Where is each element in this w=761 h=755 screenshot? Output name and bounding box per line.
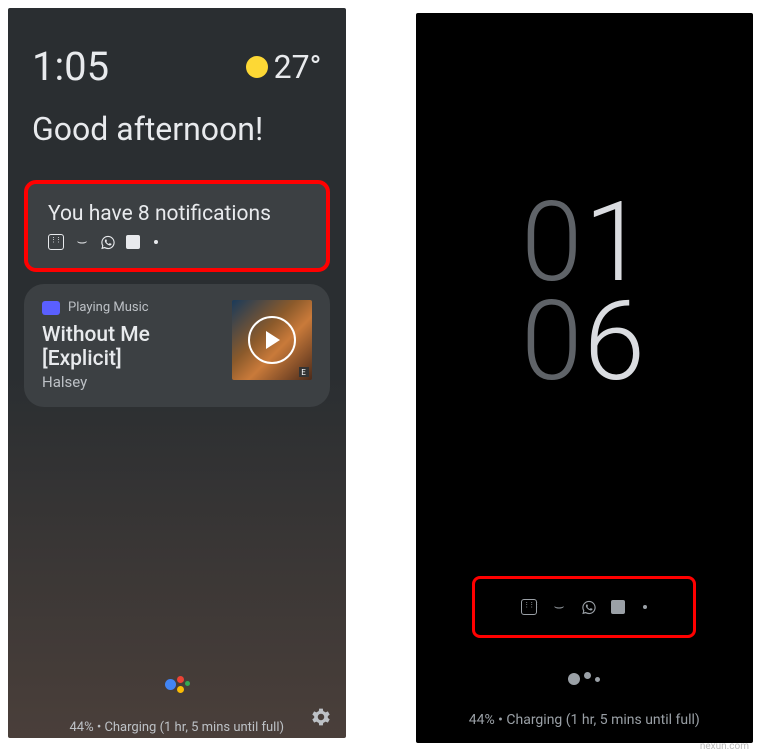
media-source-label: Playing Music — [68, 300, 149, 315]
watermark: nexun.com — [700, 741, 749, 752]
media-artist: Halsey — [42, 373, 232, 391]
greeting-text: Good afternoon! — [8, 100, 346, 168]
always-on-display: 0 1 0 6 ⌣ 44% • Charging (1 hr, 5 mins — [416, 13, 754, 743]
aod-notification-icons[interactable]: ⌣ — [472, 576, 696, 638]
lockscreen-left: 1:05 27° Good afternoon! You have 8 noti… — [8, 8, 346, 738]
calendar-icon — [521, 599, 537, 615]
aod-clock: 0 1 0 6 — [416, 13, 754, 391]
charging-status: 44% • Charging (1 hr, 5 mins until full) — [416, 712, 754, 728]
temperature: 27° — [274, 48, 322, 86]
more-dot-icon — [643, 605, 647, 609]
calendar-icon — [48, 234, 64, 250]
amazon-icon: ⌣ — [550, 599, 569, 615]
weather-widget[interactable]: 27° — [246, 48, 322, 86]
sun-icon — [246, 56, 268, 78]
app-icon — [126, 235, 140, 249]
amazon-icon: ⌣ — [72, 234, 91, 250]
minute-tens: 0 — [521, 292, 584, 391]
notifications-card[interactable]: You have 8 notifications ⌣ — [24, 180, 330, 272]
whatsapp-icon — [100, 234, 116, 250]
play-button[interactable] — [248, 316, 296, 364]
more-dot-icon — [154, 240, 158, 244]
notification-icons: ⌣ — [48, 234, 306, 250]
clock-time: 1:05 — [32, 43, 109, 90]
settings-gear-icon[interactable] — [310, 706, 332, 732]
play-icon — [266, 331, 280, 349]
whatsapp-icon — [581, 599, 597, 615]
media-app-badge-icon — [42, 301, 60, 315]
google-assistant-icon[interactable] — [568, 672, 600, 685]
minute-ones: 6 — [584, 292, 647, 391]
media-card[interactable]: Playing Music Without Me [Explicit] Hals… — [24, 284, 330, 407]
notifications-title: You have 8 notifications — [48, 202, 306, 226]
charging-status: 44% • Charging (1 hr, 5 mins until full) — [8, 720, 346, 738]
google-assistant-icon[interactable] — [163, 676, 191, 696]
media-track-title: Without Me [Explicit] — [42, 323, 232, 371]
status-row: 1:05 27° — [8, 8, 346, 100]
app-icon — [611, 600, 625, 614]
